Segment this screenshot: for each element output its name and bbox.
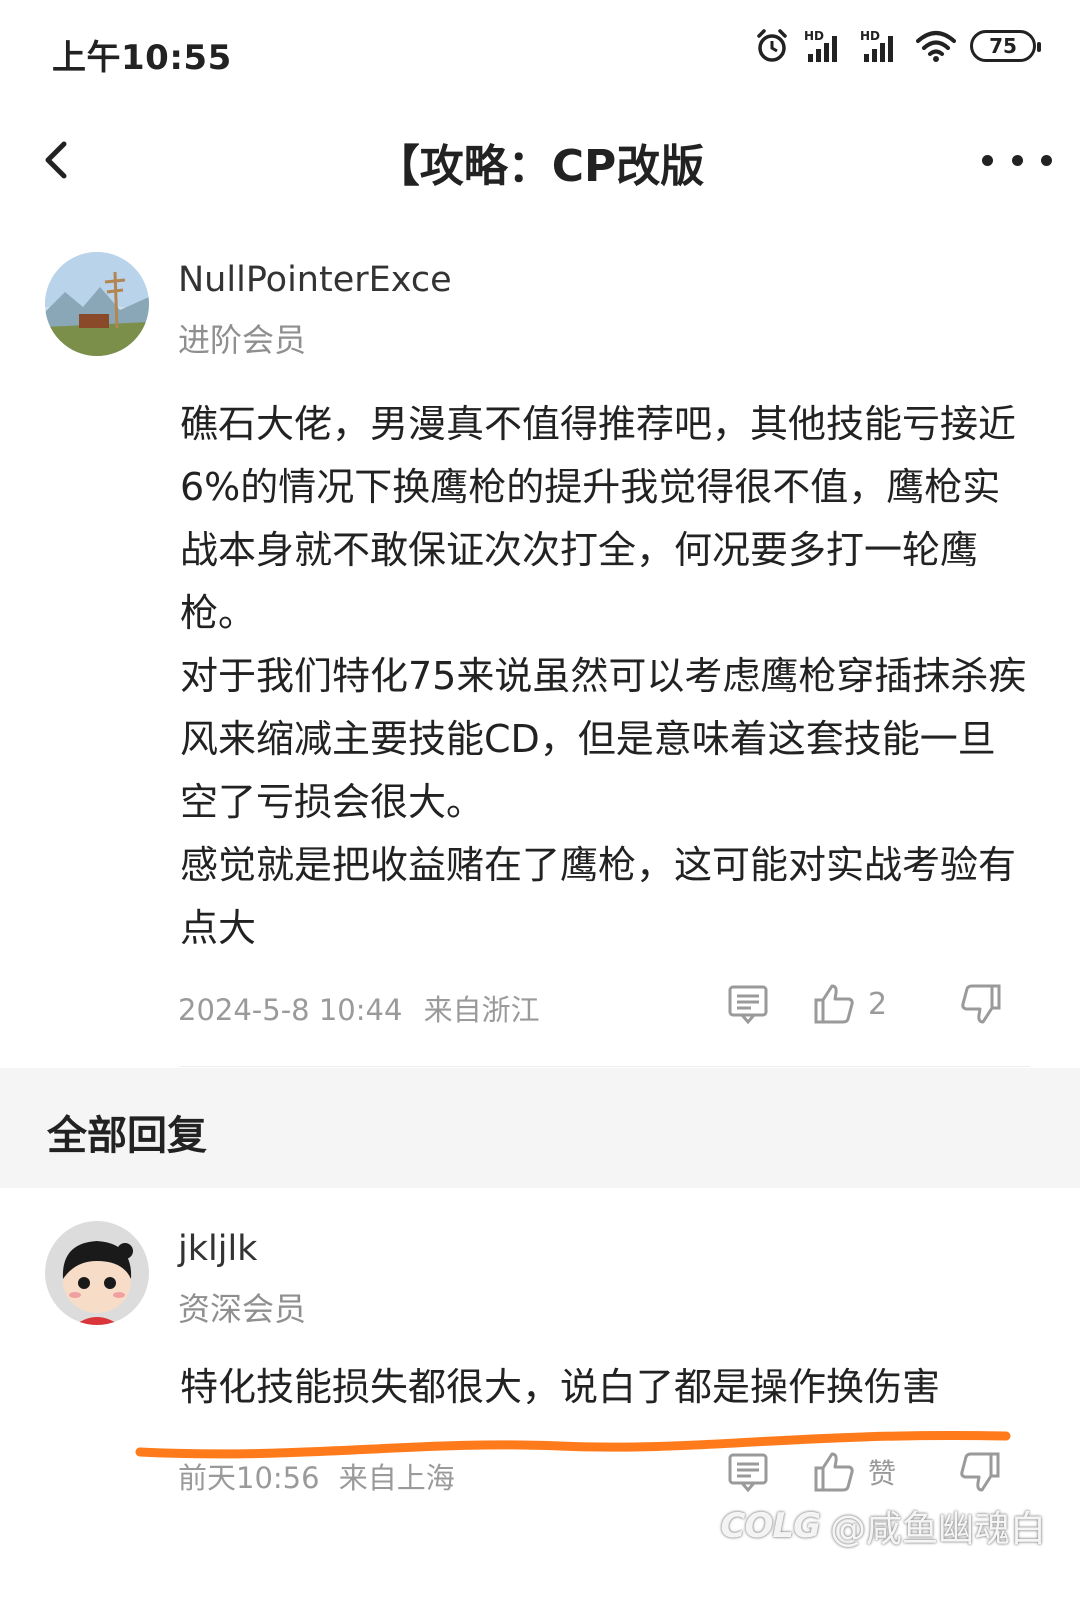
thumbs-down-icon bbox=[961, 984, 1001, 1024]
reply-content: 特化技能损失都很大，说白了都是操作换伤害 bbox=[180, 1365, 941, 1409]
author-rank-badge: 资深会员 bbox=[178, 1290, 307, 1328]
thumbs-down-icon bbox=[960, 1452, 1000, 1492]
post-actions: 2 bbox=[726, 982, 1003, 1026]
watermark: COLG @咸鱼幽魂白 bbox=[721, 1500, 1046, 1552]
post-paragraph: 感觉就是把收益赌在了鹰枪，这可能对实战考验有点大 bbox=[180, 843, 1017, 950]
comment-button[interactable] bbox=[726, 982, 770, 1026]
dislike-button[interactable] bbox=[958, 1450, 1002, 1494]
battery-indicator: 75 bbox=[970, 30, 1041, 62]
comment-icon bbox=[728, 1453, 768, 1493]
post-meta: 2024-5-8 10:44 来自浙江 bbox=[178, 987, 540, 1029]
section-title: 全部回复 bbox=[47, 1113, 207, 1159]
author-name[interactable]: NullPointerExce bbox=[178, 260, 452, 300]
signal-hd-icon: HD bbox=[804, 28, 846, 64]
post-location: 来自浙江 bbox=[423, 993, 540, 1027]
page-title: 【攻略：CP改版 bbox=[375, 141, 705, 192]
post-time: 2024-5-8 10:44 bbox=[178, 993, 403, 1027]
post-content: 礁石大佬，男漫真不值得推荐吧，其他技能亏接近6%的情况下换鹰枪的提升我觉得很不值… bbox=[180, 393, 1030, 960]
post-paragraph: 对于我们特化75来说虽然可以考虑鹰枪穿插抹杀疾风来缩减主要技能CD，但是意味着这… bbox=[180, 654, 1027, 824]
avatar[interactable] bbox=[45, 252, 149, 356]
status-time: 上午10:55 bbox=[52, 38, 232, 78]
avatar[interactable] bbox=[45, 1221, 149, 1325]
like-count: 2 bbox=[868, 986, 888, 1022]
thumbs-up-icon bbox=[814, 1452, 854, 1492]
top-nav-bar: 【攻略：CP改版 bbox=[0, 110, 1080, 210]
comment-icon bbox=[728, 985, 768, 1025]
alarm-icon bbox=[754, 28, 790, 64]
signal-hd-icon: HD bbox=[860, 28, 902, 64]
author-name[interactable]: jkljlk bbox=[178, 1229, 257, 1269]
replies-section-header: 全部回复 bbox=[0, 1068, 1080, 1188]
reply-actions: 赞 bbox=[726, 1450, 1002, 1494]
watermark-handle: @咸鱼幽魂白 bbox=[829, 1509, 1046, 1550]
thumbs-up-icon bbox=[814, 984, 854, 1024]
like-button[interactable]: 2 bbox=[812, 982, 887, 1026]
comment-button[interactable] bbox=[726, 1450, 770, 1494]
more-dots-icon bbox=[982, 154, 993, 166]
svg-text:HD: HD bbox=[804, 29, 824, 43]
svg-text:HD: HD bbox=[860, 29, 880, 43]
reply-time: 前天10:56 bbox=[178, 1461, 320, 1495]
dislike-button[interactable] bbox=[959, 982, 1003, 1026]
author-rank-badge: 进阶会员 bbox=[178, 321, 307, 359]
like-button[interactable]: 赞 bbox=[812, 1450, 896, 1494]
watermark-logo: COLG bbox=[720, 1506, 821, 1546]
reply-meta: 前天10:56 来自上海 bbox=[178, 1455, 455, 1497]
status-icons: HD HD 75 bbox=[754, 28, 1041, 64]
divider bbox=[180, 1066, 1030, 1067]
post-paragraph: 礁石大佬，男漫真不值得推荐吧，其他技能亏接近6%的情况下换鹰枪的提升我觉得很不值… bbox=[180, 402, 1017, 635]
more-options-button[interactable] bbox=[982, 140, 1052, 180]
like-label: 赞 bbox=[868, 1457, 897, 1490]
wifi-icon bbox=[916, 29, 956, 63]
reply-location: 来自上海 bbox=[338, 1461, 455, 1495]
status-bar: 上午10:55 HD HD 75 bbox=[0, 0, 1080, 100]
